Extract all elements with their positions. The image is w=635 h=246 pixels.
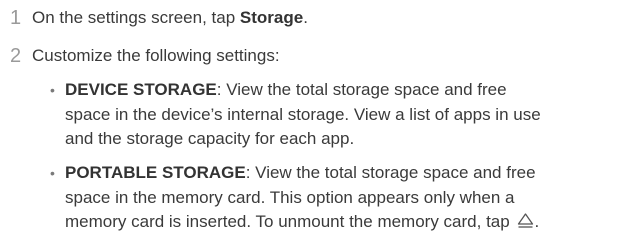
step-text: Customize the following settings: [32, 46, 280, 65]
bullet-body: DEVICE STORAGE: View the total storage s… [65, 78, 635, 152]
bullet-dot: • [50, 165, 55, 181]
bullet-line: space in the device’s internal storage. … [65, 104, 541, 124]
bullet-dot: • [50, 82, 55, 98]
step-text-after: . [303, 8, 308, 27]
bullet-body: PORTABLE STORAGE: View the total storage… [65, 161, 635, 237]
bullet-line: and the storage capacity for each app. [65, 129, 355, 148]
storage-term: Storage [239, 8, 304, 27]
bullet-term: PORTABLE STORAGE [65, 163, 246, 182]
bullet-trailing: . [534, 212, 540, 231]
bullet-line: DEVICE STORAGE: View the total storage s… [65, 78, 635, 103]
instruction-document: 1 On the settings screen, tap Storage. 2… [0, 0, 635, 246]
step-number: 1 [10, 7, 22, 29]
eject-icon [517, 212, 534, 237]
step-text: On the settings screen, tap Storage. [32, 7, 308, 29]
bullet-term: DEVICE STORAGE [65, 80, 217, 99]
step-number: 2 [10, 45, 22, 67]
bullet-line: space in the memory card. This option ap… [65, 187, 515, 207]
bullet-line: memory card is inserted. To unmount the … [65, 210, 635, 237]
bullet-line: PORTABLE STORAGE: View the total storage… [65, 161, 635, 186]
step-text-before: On the settings screen, tap [32, 8, 240, 27]
bullet-text: : View the total storage space and free [216, 80, 507, 99]
bullet-text: : View the total storage space and free [245, 163, 536, 182]
bullet-text: memory card is inserted. To unmount the … [65, 212, 515, 231]
